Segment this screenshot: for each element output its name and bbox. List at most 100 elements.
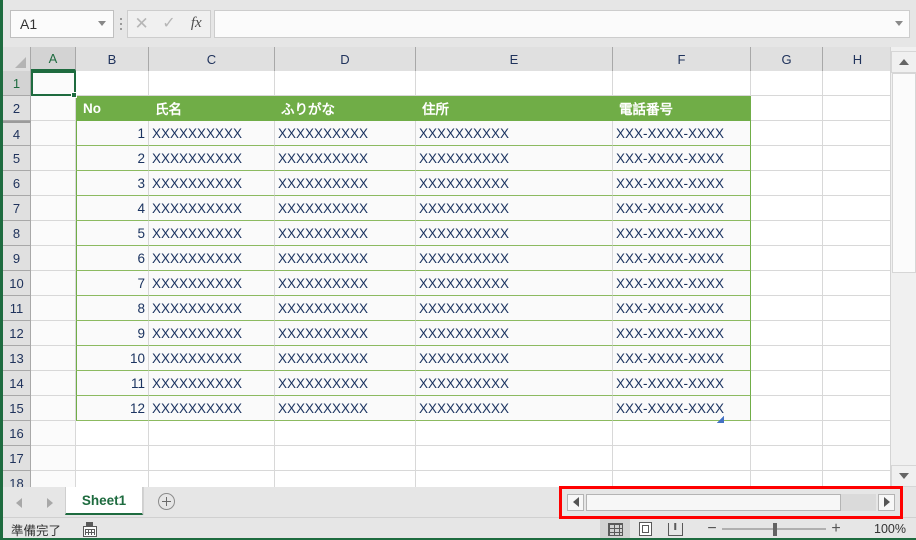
zoom-level-label[interactable]: 100% — [854, 522, 906, 536]
row-header-14[interactable]: 14 — [3, 371, 31, 396]
row-header-18[interactable]: 18 — [3, 471, 31, 487]
cell-D12[interactable]: XXXXXXXXXX — [275, 321, 416, 346]
cell-B12[interactable]: 9 — [76, 321, 149, 346]
cell-A17[interactable] — [31, 446, 76, 471]
row-header-16[interactable]: 16 — [3, 421, 31, 446]
table-resize-handle[interactable] — [717, 416, 724, 423]
cell-A2[interactable] — [31, 96, 76, 121]
cell-E16[interactable] — [416, 421, 613, 446]
cell-F6[interactable]: XXX-XXXX-XXXX — [613, 171, 751, 196]
row-header-7[interactable]: 7 — [3, 196, 31, 221]
cell-F8[interactable]: XXX-XXXX-XXXX — [613, 221, 751, 246]
column-header-E[interactable]: E — [416, 47, 613, 71]
cell-G10[interactable] — [751, 271, 823, 296]
scroll-down-button[interactable] — [891, 465, 916, 487]
add-sheet-button[interactable] — [143, 487, 189, 515]
cell-F18[interactable] — [613, 471, 751, 487]
cell-E14[interactable]: XXXXXXXXXX — [416, 371, 613, 396]
column-header-D[interactable]: D — [275, 47, 416, 71]
cell-H10[interactable] — [823, 271, 893, 296]
cell-G9[interactable] — [751, 246, 823, 271]
row-header-12[interactable]: 12 — [3, 321, 31, 346]
cell-C18[interactable] — [149, 471, 275, 487]
name-box[interactable]: A1 — [10, 9, 114, 38]
cell-A15[interactable] — [31, 396, 76, 421]
cell-H15[interactable] — [823, 396, 893, 421]
cell-B16[interactable] — [76, 421, 149, 446]
cell-H18[interactable] — [823, 471, 893, 487]
cell-A5[interactable] — [31, 146, 76, 171]
cell-G4[interactable] — [751, 121, 823, 146]
formula-bar-grip[interactable] — [114, 10, 127, 38]
page-break-preview-button[interactable] — [660, 519, 690, 540]
cell-H2[interactable] — [823, 96, 893, 121]
insert-function-button[interactable]: fx — [183, 11, 209, 37]
table-header-address[interactable]: 住所 — [416, 96, 613, 121]
cell-E9[interactable]: XXXXXXXXXX — [416, 246, 613, 271]
cell-E12[interactable]: XXXXXXXXXX — [416, 321, 613, 346]
column-header-A[interactable]: A — [31, 47, 76, 71]
cell-E13[interactable]: XXXXXXXXXX — [416, 346, 613, 371]
row-header-11[interactable]: 11 — [3, 296, 31, 321]
cell-E11[interactable]: XXXXXXXXXX — [416, 296, 613, 321]
column-header-C[interactable]: C — [149, 47, 275, 71]
cell-E8[interactable]: XXXXXXXXXX — [416, 221, 613, 246]
cell-D6[interactable]: XXXXXXXXXX — [275, 171, 416, 196]
cell-D5[interactable]: XXXXXXXXXX — [275, 146, 416, 171]
cell-G18[interactable] — [751, 471, 823, 487]
column-header-H[interactable]: H — [823, 47, 893, 71]
cell-C12[interactable]: XXXXXXXXXX — [149, 321, 275, 346]
cell-B7[interactable]: 4 — [76, 196, 149, 221]
cell-H14[interactable] — [823, 371, 893, 396]
sheet-tab-sheet1[interactable]: Sheet1 — [65, 487, 143, 515]
zoom-in-button[interactable]: + — [826, 521, 846, 537]
row-header-4[interactable]: 4 — [3, 121, 31, 146]
cell-C7[interactable]: XXXXXXXXXX — [149, 196, 275, 221]
row-header-8[interactable]: 8 — [3, 221, 31, 246]
cell-A16[interactable] — [31, 421, 76, 446]
cell-C4[interactable]: XXXXXXXXXX — [149, 121, 275, 146]
cell-C10[interactable]: XXXXXXXXXX — [149, 271, 275, 296]
table-header-name[interactable]: 氏名 — [149, 96, 275, 121]
cell-F9[interactable]: XXX-XXXX-XXXX — [613, 246, 751, 271]
cell-G7[interactable] — [751, 196, 823, 221]
cell-F12[interactable]: XXX-XXXX-XXXX — [613, 321, 751, 346]
cell-A13[interactable] — [31, 346, 76, 371]
cell-B6[interactable]: 3 — [76, 171, 149, 196]
cell-A4[interactable] — [31, 121, 76, 146]
cell-D10[interactable]: XXXXXXXXXX — [275, 271, 416, 296]
row-header-5[interactable]: 5 — [3, 146, 31, 171]
row-header-9[interactable]: 9 — [3, 246, 31, 271]
enter-button[interactable]: ✓ — [156, 11, 182, 37]
cell-G1[interactable] — [751, 71, 823, 96]
cell-F7[interactable]: XXX-XXXX-XXXX — [613, 196, 751, 221]
column-header-B[interactable]: B — [76, 47, 149, 71]
cell-H7[interactable] — [823, 196, 893, 221]
table-header-kana[interactable]: ふりがな — [275, 96, 416, 121]
page-layout-view-button[interactable] — [630, 519, 660, 540]
sheet-navigation[interactable] — [3, 487, 65, 515]
cell-H1[interactable] — [823, 71, 893, 96]
cell-G15[interactable] — [751, 396, 823, 421]
cell-G8[interactable] — [751, 221, 823, 246]
cell-G14[interactable] — [751, 371, 823, 396]
cell-C9[interactable]: XXXXXXXXXX — [149, 246, 275, 271]
cell-F11[interactable]: XXX-XXXX-XXXX — [613, 296, 751, 321]
cell-F16[interactable] — [613, 421, 751, 446]
row-header-6[interactable]: 6 — [3, 171, 31, 196]
cell-F15[interactable]: XXX-XXXX-XXXX — [613, 396, 751, 421]
cell-H9[interactable] — [823, 246, 893, 271]
cell-A9[interactable] — [31, 246, 76, 271]
cell-F10[interactable]: XXX-XXXX-XXXX — [613, 271, 751, 296]
cell-C5[interactable]: XXXXXXXXXX — [149, 146, 275, 171]
cell-B5[interactable]: 2 — [76, 146, 149, 171]
cell-E18[interactable] — [416, 471, 613, 487]
cell-D1[interactable] — [275, 71, 416, 96]
cell-A18[interactable] — [31, 471, 76, 487]
cell-G13[interactable] — [751, 346, 823, 371]
cell-D11[interactable]: XXXXXXXXXX — [275, 296, 416, 321]
cell-B8[interactable]: 5 — [76, 221, 149, 246]
cell-A14[interactable] — [31, 371, 76, 396]
cell-E10[interactable]: XXXXXXXXXX — [416, 271, 613, 296]
formula-input[interactable] — [214, 9, 910, 38]
